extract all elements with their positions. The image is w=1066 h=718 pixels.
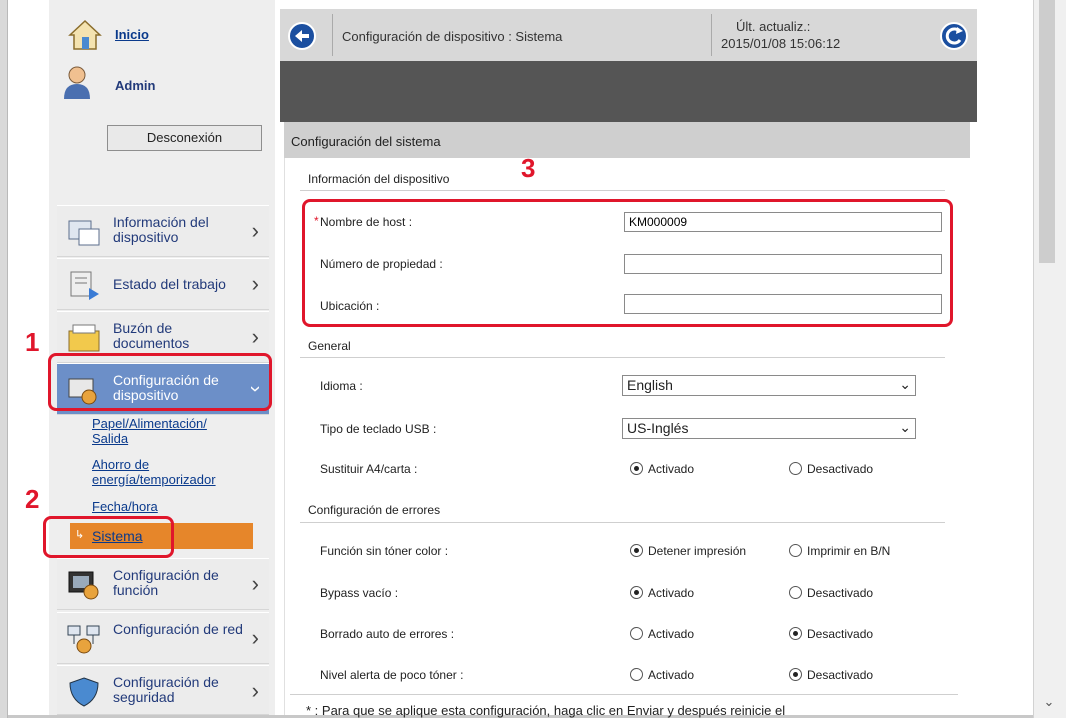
page-title: Configuración de dispositivo : Sistema (342, 29, 563, 44)
header-band (280, 61, 977, 122)
scrollbar-thumb[interactable] (1039, 0, 1055, 263)
callout-box-system (43, 516, 174, 558)
section-heading: Configuración de errores (308, 503, 441, 517)
error-config-section: Configuración de errores (300, 499, 945, 523)
section-heading: Información del dispositivo (308, 172, 450, 186)
network-config-icon (67, 624, 101, 654)
a4-letter-on-label: Activado (648, 462, 695, 476)
home-link[interactable]: Inicio (115, 27, 149, 42)
print-bw-radio[interactable] (789, 544, 802, 557)
submenu-energy-timer-line2[interactable]: energía/temporizador (92, 472, 216, 487)
sidebar-item-label: Configuración de red (113, 621, 243, 637)
divider (711, 14, 712, 56)
user-avatar-icon (62, 64, 92, 100)
last-update-label: Últ. actualiz.: (736, 19, 811, 34)
language-value: English (627, 377, 673, 393)
job-status-icon (67, 270, 101, 300)
low-toner-label: Nivel alerta de poco tóner : (320, 668, 464, 682)
function-config-icon (67, 570, 101, 600)
usb-keyboard-label: Tipo de teclado USB : (320, 422, 437, 436)
stop-print-radio[interactable] (630, 544, 643, 557)
chevron-down-icon: ⌄ (899, 376, 911, 392)
sidebar-item-network-config[interactable]: Configuración de red › (57, 612, 269, 664)
usb-keyboard-value: US-Inglés (627, 420, 689, 436)
last-update-value: 2015/01/08 15:06:12 (721, 36, 841, 51)
sidebar-item-job-status[interactable]: Estado del trabajo › (57, 258, 269, 310)
sidebar-item-label: Información del dispositivo (113, 214, 209, 245)
auto-error-clear-on-label: Activado (648, 627, 695, 641)
a4-letter-on-radio[interactable] (630, 462, 643, 475)
user-name: Admin (115, 78, 156, 93)
bypass-empty-on-label: Activado (648, 586, 695, 600)
shield-icon (67, 677, 101, 707)
sidebar-item-security-config[interactable]: Configuración de seguridad › (57, 665, 269, 715)
chevron-right-icon: › (251, 271, 259, 296)
sidebar-item-label: Buzón de documentos (113, 320, 190, 351)
chevron-right-icon: › (251, 571, 259, 596)
bypass-empty-off-label: Desactivado (807, 586, 874, 600)
usb-keyboard-select[interactable]: US-Inglés ⌄ (622, 418, 916, 439)
low-toner-on-label: Activado (648, 668, 695, 682)
device-info-section: Información del dispositivo (300, 167, 945, 191)
general-section: General (300, 334, 945, 358)
bypass-empty-off-radio[interactable] (789, 586, 802, 599)
low-toner-on-radio[interactable] (630, 668, 643, 681)
chevron-right-icon: › (251, 625, 259, 650)
low-toner-off-label: Desactivado (807, 668, 874, 682)
auto-error-clear-label: Borrado auto de errores : (320, 627, 455, 641)
scroll-down-icon[interactable]: ⌄ (1038, 692, 1060, 712)
callout-box-host-fields (302, 199, 953, 327)
auto-error-clear-on-radio[interactable] (630, 627, 643, 640)
callout-number-3: 3 (521, 153, 536, 183)
panel-title-bar: Configuración del sistema (284, 122, 970, 158)
chevron-down-icon: ⌄ (899, 419, 911, 435)
print-bw-label: Imprimir en B/N (807, 544, 891, 558)
sidebar-item-label: Configuración de función (113, 567, 219, 598)
sidebar-item-label: Estado del trabajo (113, 276, 226, 292)
footnote: * : Para que se aplique esta configuraci… (306, 703, 786, 718)
submenu-date-time[interactable]: Fecha/hora (92, 499, 158, 514)
no-color-toner-label: Función sin tóner color : (320, 544, 449, 558)
section-heading: General (308, 339, 351, 353)
refresh-button[interactable] (939, 21, 969, 51)
submenu-paper-feed-output-line2[interactable]: Salida (92, 431, 128, 446)
language-label: Idioma : (320, 379, 363, 393)
chevron-right-icon: › (251, 678, 259, 703)
stop-print-label: Detener impresión (648, 544, 747, 558)
auto-error-clear-off-radio[interactable] (789, 627, 802, 640)
logout-label: Desconexión (146, 130, 223, 145)
a4-letter-off-label: Desactivado (807, 462, 874, 476)
logout-button[interactable]: Desconexión (107, 125, 262, 151)
panel-title: Configuración del sistema (291, 134, 441, 149)
auto-error-clear-off-label: Desactivado (807, 627, 874, 641)
document-box-icon (67, 323, 101, 353)
chevron-right-icon: › (251, 324, 259, 349)
back-button[interactable] (287, 21, 317, 51)
sidebar-item-device-info[interactable]: Información del dispositivo › (57, 205, 269, 257)
a4-letter-label: Sustituir A4/carta : (320, 462, 418, 476)
home-icon[interactable] (68, 19, 102, 51)
submenu-paper-feed-output[interactable]: Papel/Alimentación/ (92, 416, 207, 431)
sidebar-item-label: Configuración de seguridad (113, 674, 219, 705)
low-toner-off-radio[interactable] (789, 668, 802, 681)
submenu-energy-timer[interactable]: Ahorro de (92, 457, 149, 472)
bypass-empty-label: Bypass vacío : (320, 586, 399, 600)
footnote-divider (290, 694, 958, 695)
window-frame-left (0, 0, 8, 718)
device-info-icon (67, 217, 101, 247)
language-select[interactable]: English ⌄ (622, 375, 916, 396)
a4-letter-off-radio[interactable] (789, 462, 802, 475)
callout-box-device-config (48, 353, 272, 411)
bypass-empty-on-radio[interactable] (630, 586, 643, 599)
chevron-right-icon: › (251, 218, 259, 243)
callout-number-1: 1 (25, 327, 40, 357)
callout-number-2: 2 (25, 484, 40, 514)
sidebar-item-function-config[interactable]: Configuración de función › (57, 558, 269, 610)
divider (332, 14, 333, 56)
